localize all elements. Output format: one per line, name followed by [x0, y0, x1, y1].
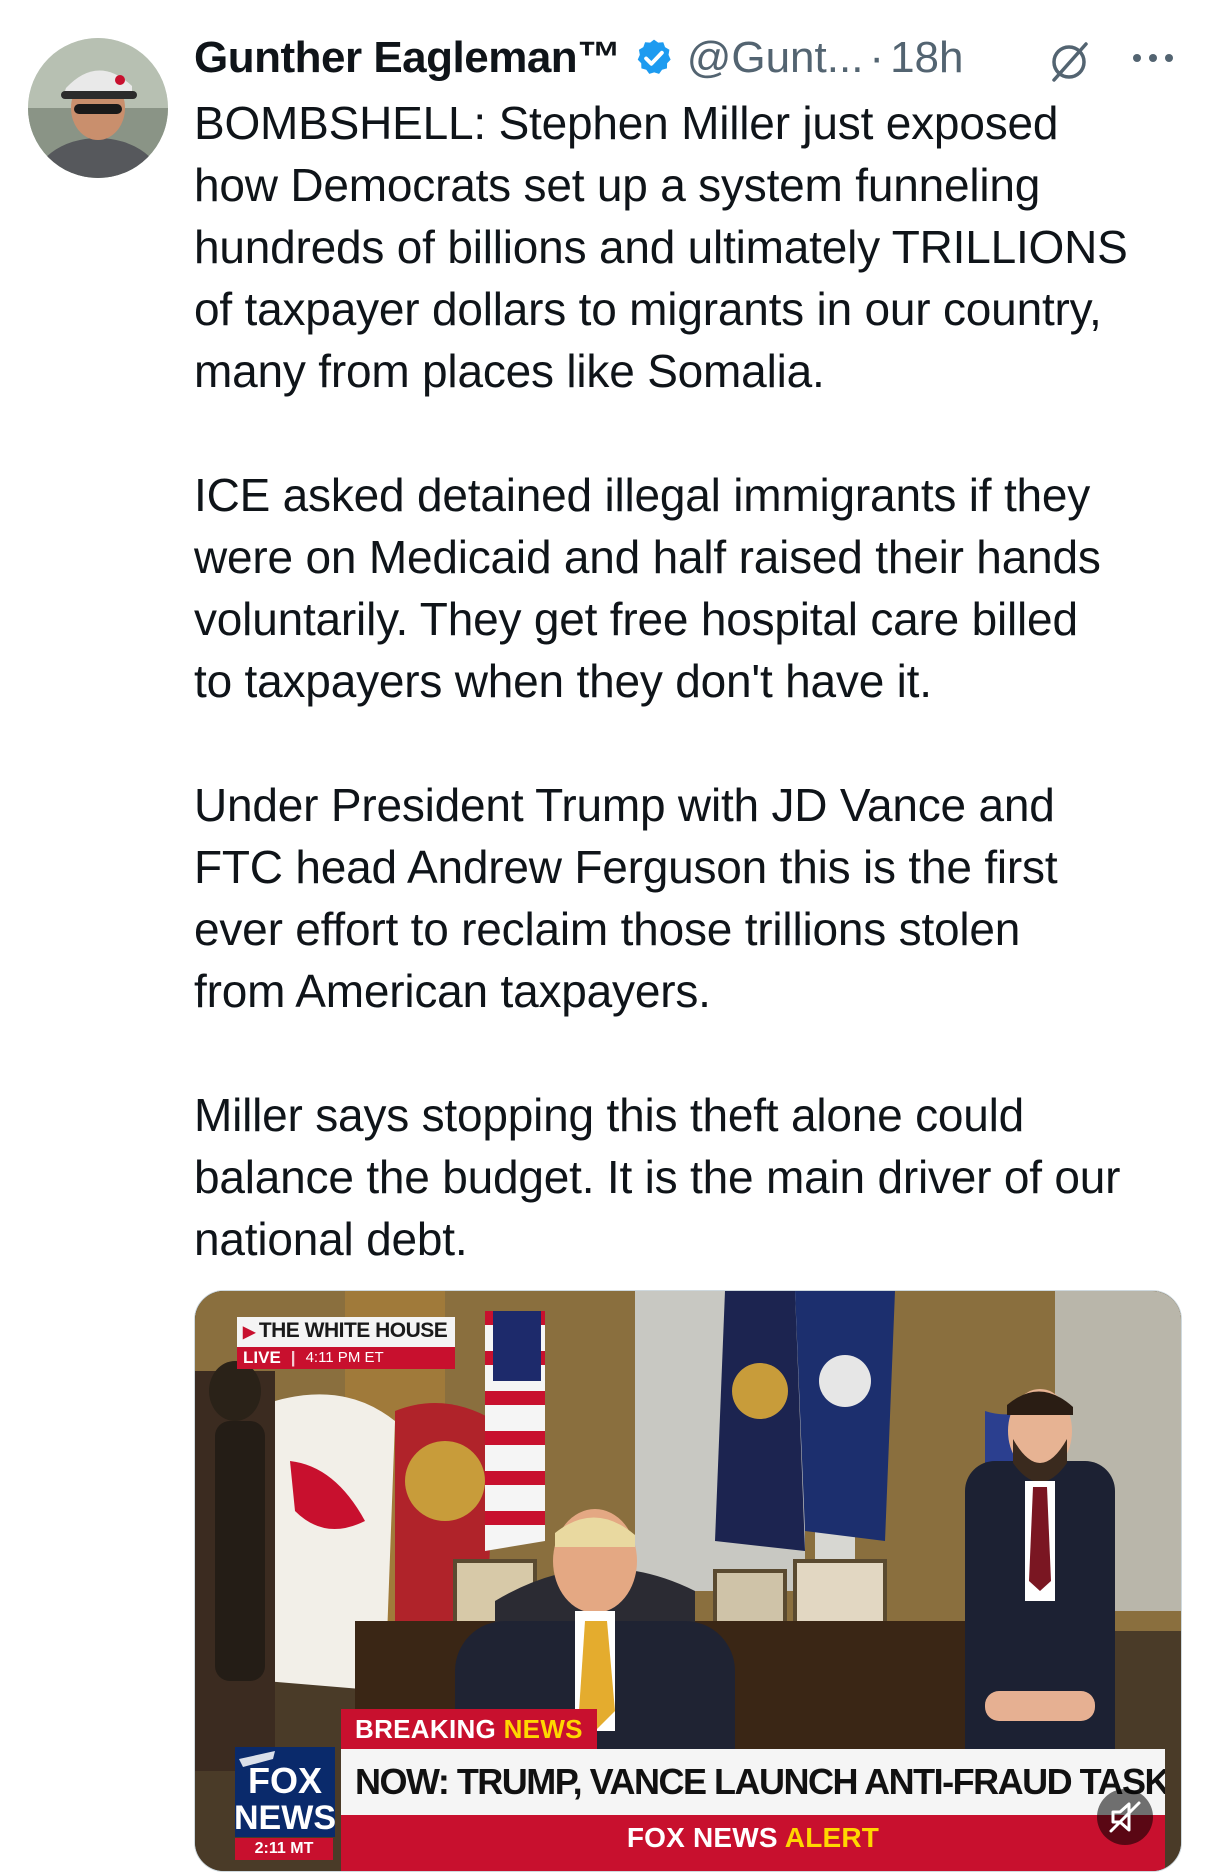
tweet-paragraph: ICE asked detained illegal immigrants if…	[194, 469, 1101, 707]
live-label: LIVE	[243, 1348, 281, 1367]
bug-time: 4:11 PM ET	[305, 1349, 384, 1366]
video-media[interactable]: ▶ THE WHITE HOUSE LIVE | 4:11 PM ET BREAK…	[194, 1290, 1182, 1872]
news-headline: NOW: TRUMP, VANCE LAUNCH ANTI-FRAUD TASK…	[341, 1749, 1165, 1815]
tweet-paragraph: Under President Trump with JD Vance and …	[194, 779, 1058, 1017]
play-triangle-icon: ▶	[243, 1324, 255, 1341]
verified-badge-icon	[637, 39, 671, 74]
more-icon[interactable]	[1128, 38, 1178, 78]
separator-dot: ·	[869, 33, 885, 82]
tweet-text: BOMBSHELL: Stephen Miller just exposed h…	[194, 92, 1184, 1270]
breaking-news-label: BREAKING NEWS	[341, 1709, 597, 1749]
avatar-image	[28, 38, 168, 178]
display-name[interactable]: Gunther Eagleman™	[194, 33, 621, 83]
logo-news-text: NEWS	[235, 1799, 335, 1837]
tweet[interactable]: Gunther Eagleman™ @Gunt... · 18h BOMBSHE…	[0, 0, 1206, 1872]
mute-button[interactable]	[1097, 1789, 1153, 1845]
tweet-header: Gunther Eagleman™ @Gunt... · 18h	[194, 26, 1184, 90]
fox-news-alert-bar: FOX NEWS ALERT	[341, 1815, 1165, 1871]
logo-fox-text: FOX	[248, 1760, 322, 1801]
grok-icon[interactable]	[1044, 36, 1094, 86]
tweet-paragraph: Miller says stopping this theft alone co…	[194, 1089, 1121, 1265]
timestamp[interactable]: 18h	[890, 33, 963, 83]
bug-separator: |	[290, 1348, 296, 1367]
white-house-live-bug: ▶ THE WHITE HOUSE LIVE | 4:11 PM ET	[237, 1317, 455, 1369]
fox-logo-time: 2:11 MT	[235, 1838, 333, 1860]
avatar[interactable]	[28, 38, 168, 178]
handle[interactable]: @Gunt...	[687, 33, 864, 83]
mute-icon	[1109, 1801, 1141, 1833]
bug-title: THE WHITE HOUSE	[258, 1319, 448, 1342]
tweet-paragraph: BOMBSHELL: Stephen Miller just exposed h…	[194, 97, 1128, 397]
